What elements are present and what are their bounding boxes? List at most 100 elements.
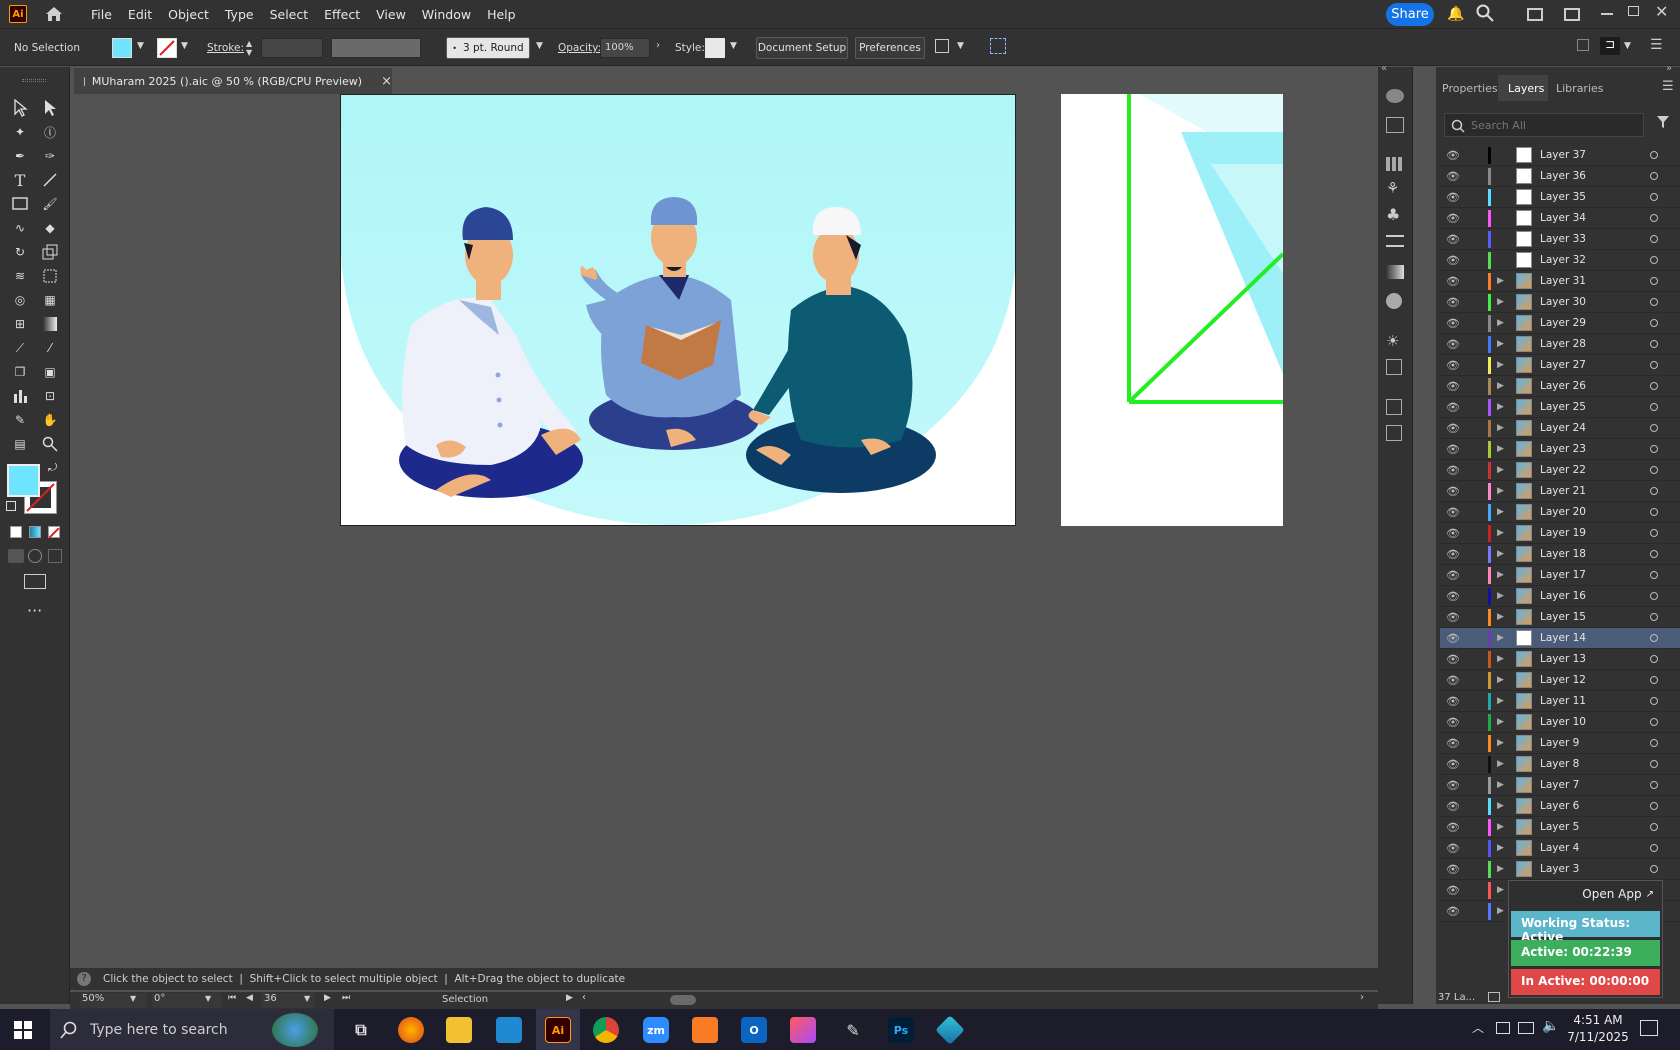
vscode-icon[interactable] [496, 1017, 522, 1043]
visibility-eye-icon[interactable]: 👁 [1446, 296, 1460, 309]
symbol-sprayer-tool-icon[interactable]: ▣ [38, 361, 62, 383]
layer-name[interactable]: Layer 11 [1540, 695, 1586, 707]
export-icon[interactable] [1386, 399, 1402, 415]
layer-name[interactable]: Layer 34 [1540, 212, 1586, 224]
isolate-icon[interactable] [1577, 39, 1589, 51]
target-circle-icon[interactable] [1650, 739, 1658, 747]
zoom-app-icon[interactable]: zm [643, 1017, 669, 1043]
eyedropper-tool-icon[interactable]: ⟋ [8, 337, 32, 359]
style-swatch[interactable] [705, 38, 725, 58]
chrome-icon[interactable] [593, 1017, 619, 1043]
visibility-eye-icon[interactable]: 👁 [1446, 905, 1460, 918]
layer-row[interactable]: 👁 Layer 34 [1440, 208, 1680, 229]
layer-row[interactable]: 👁 ▶ Layer 6 [1440, 796, 1680, 817]
visibility-eye-icon[interactable]: 👁 [1446, 317, 1460, 330]
chevron-right-icon[interactable]: ▶ [1497, 738, 1504, 748]
layer-name[interactable]: Layer 21 [1540, 485, 1586, 497]
chevron-right-icon[interactable]: ▶ [1497, 360, 1504, 370]
visibility-eye-icon[interactable]: 👁 [1446, 863, 1460, 876]
layer-name[interactable]: Layer 27 [1540, 359, 1586, 371]
chevron-right-icon[interactable]: ▶ [1497, 465, 1504, 475]
layer-row[interactable]: 👁 ▶ Layer 22 [1440, 460, 1680, 481]
visibility-eye-icon[interactable]: 👁 [1446, 170, 1460, 183]
layer-row[interactable]: 👁 Layer 36 [1440, 166, 1680, 187]
layer-row[interactable]: 👁 ▶ Layer 27 [1440, 355, 1680, 376]
visibility-eye-icon[interactable]: 👁 [1446, 149, 1460, 162]
visibility-eye-icon[interactable]: 👁 [1446, 527, 1460, 540]
artboard-main[interactable] [340, 94, 1016, 526]
chevron-right-icon[interactable]: ▶ [566, 993, 573, 1003]
chevron-right-icon[interactable]: ▶ [1497, 759, 1504, 769]
target-circle-icon[interactable] [1650, 214, 1658, 222]
chevron-right-icon[interactable]: ▶ [1497, 423, 1504, 433]
close-tab-icon[interactable]: × [381, 74, 392, 89]
screen-mode-icon[interactable] [24, 574, 46, 589]
eraser-tool-icon[interactable]: ◆ [38, 217, 62, 239]
chevron-right-icon[interactable]: ▶ [1497, 717, 1504, 727]
xampp-icon[interactable] [692, 1017, 718, 1043]
visibility-eye-icon[interactable]: 👁 [1446, 674, 1460, 687]
show-hidden-icons[interactable]: ︿ [1472, 1019, 1484, 1036]
chevron-right-icon[interactable]: ▶ [1497, 549, 1504, 559]
chevron-right-icon[interactable]: ▶ [1497, 528, 1504, 538]
target-circle-icon[interactable] [1650, 340, 1658, 348]
visibility-eye-icon[interactable]: 👁 [1446, 548, 1460, 561]
symbols-icon[interactable]: ♣ [1386, 205, 1400, 224]
direct-selection-tool-icon[interactable] [38, 97, 62, 119]
scroll-right-icon[interactable]: › [1360, 992, 1364, 1003]
layer-name[interactable]: Layer 29 [1540, 317, 1586, 329]
visibility-eye-icon[interactable]: 👁 [1446, 275, 1460, 288]
panel-menu-icon[interactable]: ☰ [1662, 79, 1674, 94]
target-circle-icon[interactable] [1650, 403, 1658, 411]
target-circle-icon[interactable] [1650, 256, 1658, 264]
notifications-icon[interactable]: 🔔 [1447, 6, 1464, 22]
layer-name[interactable]: Layer 23 [1540, 443, 1586, 455]
target-circle-icon[interactable] [1650, 361, 1658, 369]
menu-type[interactable]: Type [217, 7, 262, 22]
target-circle-icon[interactable] [1650, 823, 1658, 831]
chevron-right-icon[interactable]: ▶ [1497, 381, 1504, 391]
restore-icon[interactable] [1628, 6, 1639, 16]
target-circle-icon[interactable] [1650, 592, 1658, 600]
arrange-icon[interactable] [1564, 8, 1580, 21]
chevron-down-icon[interactable]: ▼ [957, 41, 964, 51]
chevron-right-icon[interactable]: ▶ [1497, 885, 1504, 895]
graphic-styles-icon[interactable] [1386, 359, 1402, 375]
layer-name[interactable]: Layer 6 [1540, 800, 1579, 812]
visibility-eye-icon[interactable]: 👁 [1446, 695, 1460, 708]
layer-row[interactable]: 👁 ▶ Layer 24 [1440, 418, 1680, 439]
target-circle-icon[interactable] [1650, 319, 1658, 327]
layer-name[interactable]: Layer 10 [1540, 716, 1586, 728]
paintbrush-tool-icon[interactable]: 🖌 [38, 193, 62, 215]
layer-row[interactable]: 👁 ▶ Layer 9 [1440, 733, 1680, 754]
column-graph-tool-icon[interactable] [8, 385, 32, 407]
target-circle-icon[interactable] [1650, 865, 1658, 873]
layer-name[interactable]: Layer 14 [1540, 632, 1586, 644]
expand-panel-icon[interactable]: » [1666, 63, 1672, 74]
layer-row[interactable]: 👁 ▶ Layer 11 [1440, 691, 1680, 712]
brush-definition-select[interactable]: • 3 pt. Round [446, 37, 530, 59]
target-circle-icon[interactable] [1650, 676, 1658, 684]
color-guide-icon[interactable] [1386, 89, 1404, 103]
visibility-eye-icon[interactable]: 👁 [1446, 590, 1460, 603]
shaper-tool-icon[interactable]: ∿ [8, 217, 32, 239]
pen-tool-icon[interactable]: ✒ [8, 145, 32, 167]
preferences-button[interactable]: Preferences [855, 37, 925, 59]
layer-name[interactable]: Layer 33 [1540, 233, 1586, 245]
chevron-right-icon[interactable]: ▶ [1497, 822, 1504, 832]
visibility-eye-icon[interactable]: 👁 [1446, 212, 1460, 225]
target-circle-icon[interactable] [1650, 298, 1658, 306]
chevron-down-icon[interactable]: ▼ [536, 41, 543, 51]
layer-name[interactable]: Layer 4 [1540, 842, 1579, 854]
visibility-eye-icon[interactable]: 👁 [1446, 884, 1460, 897]
layer-row[interactable]: 👁 Layer 32 [1440, 250, 1680, 271]
next-artboard-icon[interactable]: ▶ [324, 993, 331, 1003]
visibility-eye-icon[interactable]: 👁 [1446, 842, 1460, 855]
menu-file[interactable]: File [83, 7, 120, 22]
layer-name[interactable]: Layer 20 [1540, 506, 1586, 518]
layer-name[interactable]: Layer 17 [1540, 569, 1586, 581]
close-window-icon[interactable]: ✕ [1655, 2, 1668, 21]
layer-name[interactable]: Layer 28 [1540, 338, 1586, 350]
layer-row[interactable]: 👁 ▶ Layer 15 [1440, 607, 1680, 628]
layer-row[interactable]: 👁 ▶ Layer 7 [1440, 775, 1680, 796]
